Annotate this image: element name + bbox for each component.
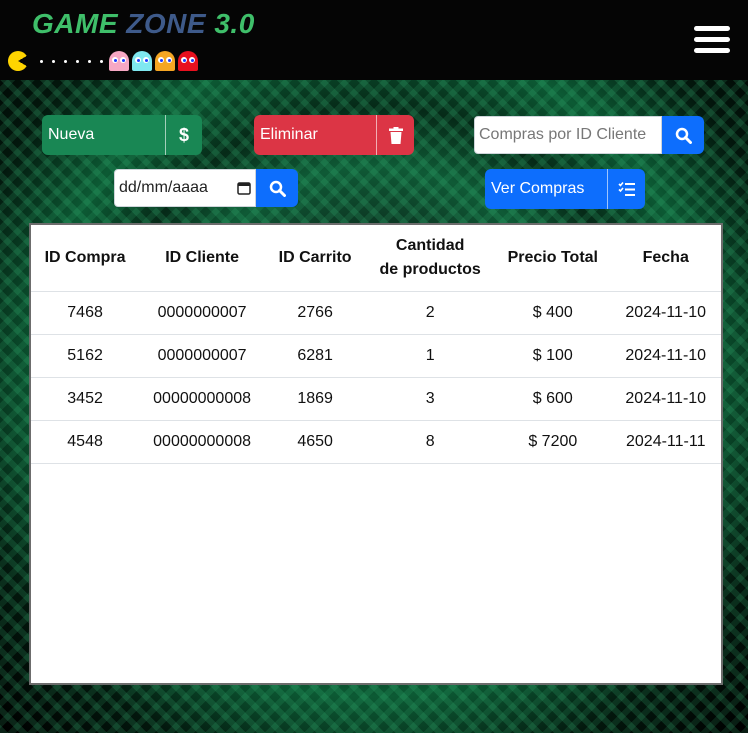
cell-fecha: 2024-11-10 (610, 334, 721, 378)
cell-cantidad: 8 (365, 420, 496, 464)
top-navbar: GAME ZONE 3.0 (0, 0, 748, 80)
pacman-decoration (8, 50, 201, 72)
cell-cantidad: 1 (365, 334, 496, 378)
table-row[interactable]: 4548 00000000008 4650 8 $ 7200 2024-11-1… (31, 420, 721, 464)
col-header-id-compra: ID Compra (31, 225, 140, 292)
cell-fecha: 2024-11-10 (610, 291, 721, 335)
delete-purchase-button[interactable]: Eliminar (254, 115, 414, 155)
table-row[interactable]: 7468 0000000007 2766 2 $ 400 2024-11-10 (31, 291, 721, 335)
client-id-search-input[interactable] (474, 116, 662, 154)
hamburger-icon (694, 26, 730, 31)
cell-id-compra: 3452 (31, 377, 140, 421)
calendar-icon[interactable] (237, 181, 251, 195)
ghost-orange-icon (155, 51, 175, 71)
cell-precio-total: $ 600 (495, 377, 611, 421)
cell-fecha: 2024-11-11 (610, 420, 721, 464)
cell-precio-total: $ 7200 (495, 420, 611, 464)
ghost-red-icon (178, 51, 198, 71)
cell-cantidad: 3 (365, 377, 496, 421)
col-header-id-carrito: ID Carrito (265, 225, 366, 292)
date-search-button[interactable] (256, 169, 298, 207)
cell-id-compra: 7468 (31, 291, 140, 335)
client-search-group (474, 116, 704, 154)
cell-id-carrito: 2766 (265, 291, 366, 335)
pellet-dots (40, 59, 103, 63)
search-icon (675, 127, 692, 144)
view-purchases-button[interactable]: Ver Compras (485, 169, 645, 209)
search-icon (269, 180, 286, 197)
hamburger-menu-button[interactable] (694, 26, 730, 54)
col-header-cantidad: Cantidad de productos (365, 225, 496, 292)
cell-id-compra: 4548 (31, 420, 140, 464)
dollar-icon: $ (165, 115, 202, 155)
cell-precio-total: $ 100 (495, 334, 611, 378)
cell-id-carrito: 4650 (265, 420, 366, 464)
list-check-icon (607, 169, 645, 209)
ghost-pink-icon (109, 51, 129, 71)
date-filter-group: dd/mm/aaaa (114, 169, 298, 207)
table-header-row: ID Compra ID Cliente ID Carrito Cantidad… (31, 225, 721, 292)
cell-id-cliente: 00000000008 (139, 377, 266, 421)
app-logo-title[interactable]: GAME ZONE 3.0 (32, 8, 255, 40)
ghost-cyan-icon (132, 51, 152, 71)
date-placeholder: dd/mm/aaaa (119, 179, 208, 196)
view-purchases-label: Ver Compras (491, 180, 585, 197)
cell-id-cliente: 0000000007 (139, 334, 266, 378)
trash-icon (376, 115, 414, 155)
table-row[interactable]: 3452 00000000008 1869 3 $ 600 2024-11-10 (31, 377, 721, 421)
table-row[interactable]: 5162 0000000007 6281 1 $ 100 2024-11-10 (31, 334, 721, 378)
cell-precio-total: $ 400 (495, 291, 611, 335)
purchases-table-panel: ID Compra ID Cliente ID Carrito Cantidad… (29, 223, 723, 685)
cell-id-carrito: 6281 (265, 334, 366, 378)
date-input[interactable]: dd/mm/aaaa (114, 169, 256, 207)
cell-id-cliente: 0000000007 (139, 291, 266, 335)
col-header-id-cliente: ID Cliente (139, 225, 266, 292)
new-purchase-button[interactable]: Nueva $ (42, 115, 202, 155)
client-search-button[interactable] (662, 116, 704, 154)
cell-id-cliente: 00000000008 (139, 420, 266, 464)
new-purchase-label: Nueva (48, 126, 95, 143)
col-header-precio-total: Precio Total (495, 225, 611, 292)
cell-cantidad: 2 (365, 291, 496, 335)
cell-id-carrito: 1869 (265, 377, 366, 421)
cell-id-compra: 5162 (31, 334, 140, 378)
svg-text:$: $ (179, 126, 189, 144)
delete-purchase-label: Eliminar (260, 126, 318, 143)
cell-fecha: 2024-11-10 (610, 377, 721, 421)
purchases-table: ID Compra ID Cliente ID Carrito Cantidad… (31, 225, 721, 464)
pacman-icon (8, 51, 28, 71)
col-header-fecha: Fecha (610, 225, 721, 292)
